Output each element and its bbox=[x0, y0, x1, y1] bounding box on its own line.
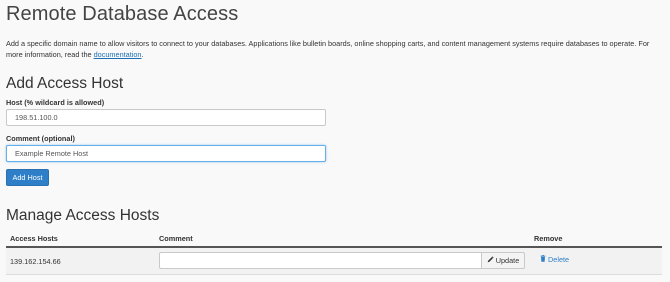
update-button[interactable]: Update bbox=[481, 252, 525, 269]
column-header-comment: Comment bbox=[159, 234, 193, 243]
manage-access-hosts-heading: Manage Access Hosts bbox=[6, 207, 160, 224]
host-input[interactable] bbox=[6, 109, 326, 126]
column-header-remove: Remove bbox=[534, 234, 563, 243]
add-host-button[interactable]: Add Host bbox=[6, 169, 49, 186]
host-label: Host (% wildcard is allowed) bbox=[6, 98, 105, 107]
column-header-access-hosts: Access Hosts bbox=[10, 234, 58, 243]
comment-label: Comment (optional) bbox=[6, 134, 75, 143]
pencil-icon bbox=[487, 256, 494, 265]
delete-link[interactable]: Delete bbox=[540, 255, 569, 264]
delete-link-label: Delete bbox=[548, 255, 570, 264]
update-button-label: Update bbox=[495, 256, 520, 265]
intro-end: . bbox=[141, 49, 144, 59]
row-comment-input[interactable] bbox=[159, 252, 481, 269]
intro-text: Add a specific domain name to allow visi… bbox=[6, 39, 664, 60]
access-host-cell: 139.162.154.66 bbox=[10, 257, 61, 266]
comment-input[interactable] bbox=[6, 145, 326, 162]
page-title: Remote Database Access bbox=[6, 3, 239, 25]
add-access-host-heading: Add Access Host bbox=[6, 75, 124, 92]
documentation-link[interactable]: documentation bbox=[94, 50, 142, 59]
remote-database-access-page: Remote Database Access Add a specific do… bbox=[0, 0, 670, 282]
trash-icon bbox=[540, 255, 546, 264]
